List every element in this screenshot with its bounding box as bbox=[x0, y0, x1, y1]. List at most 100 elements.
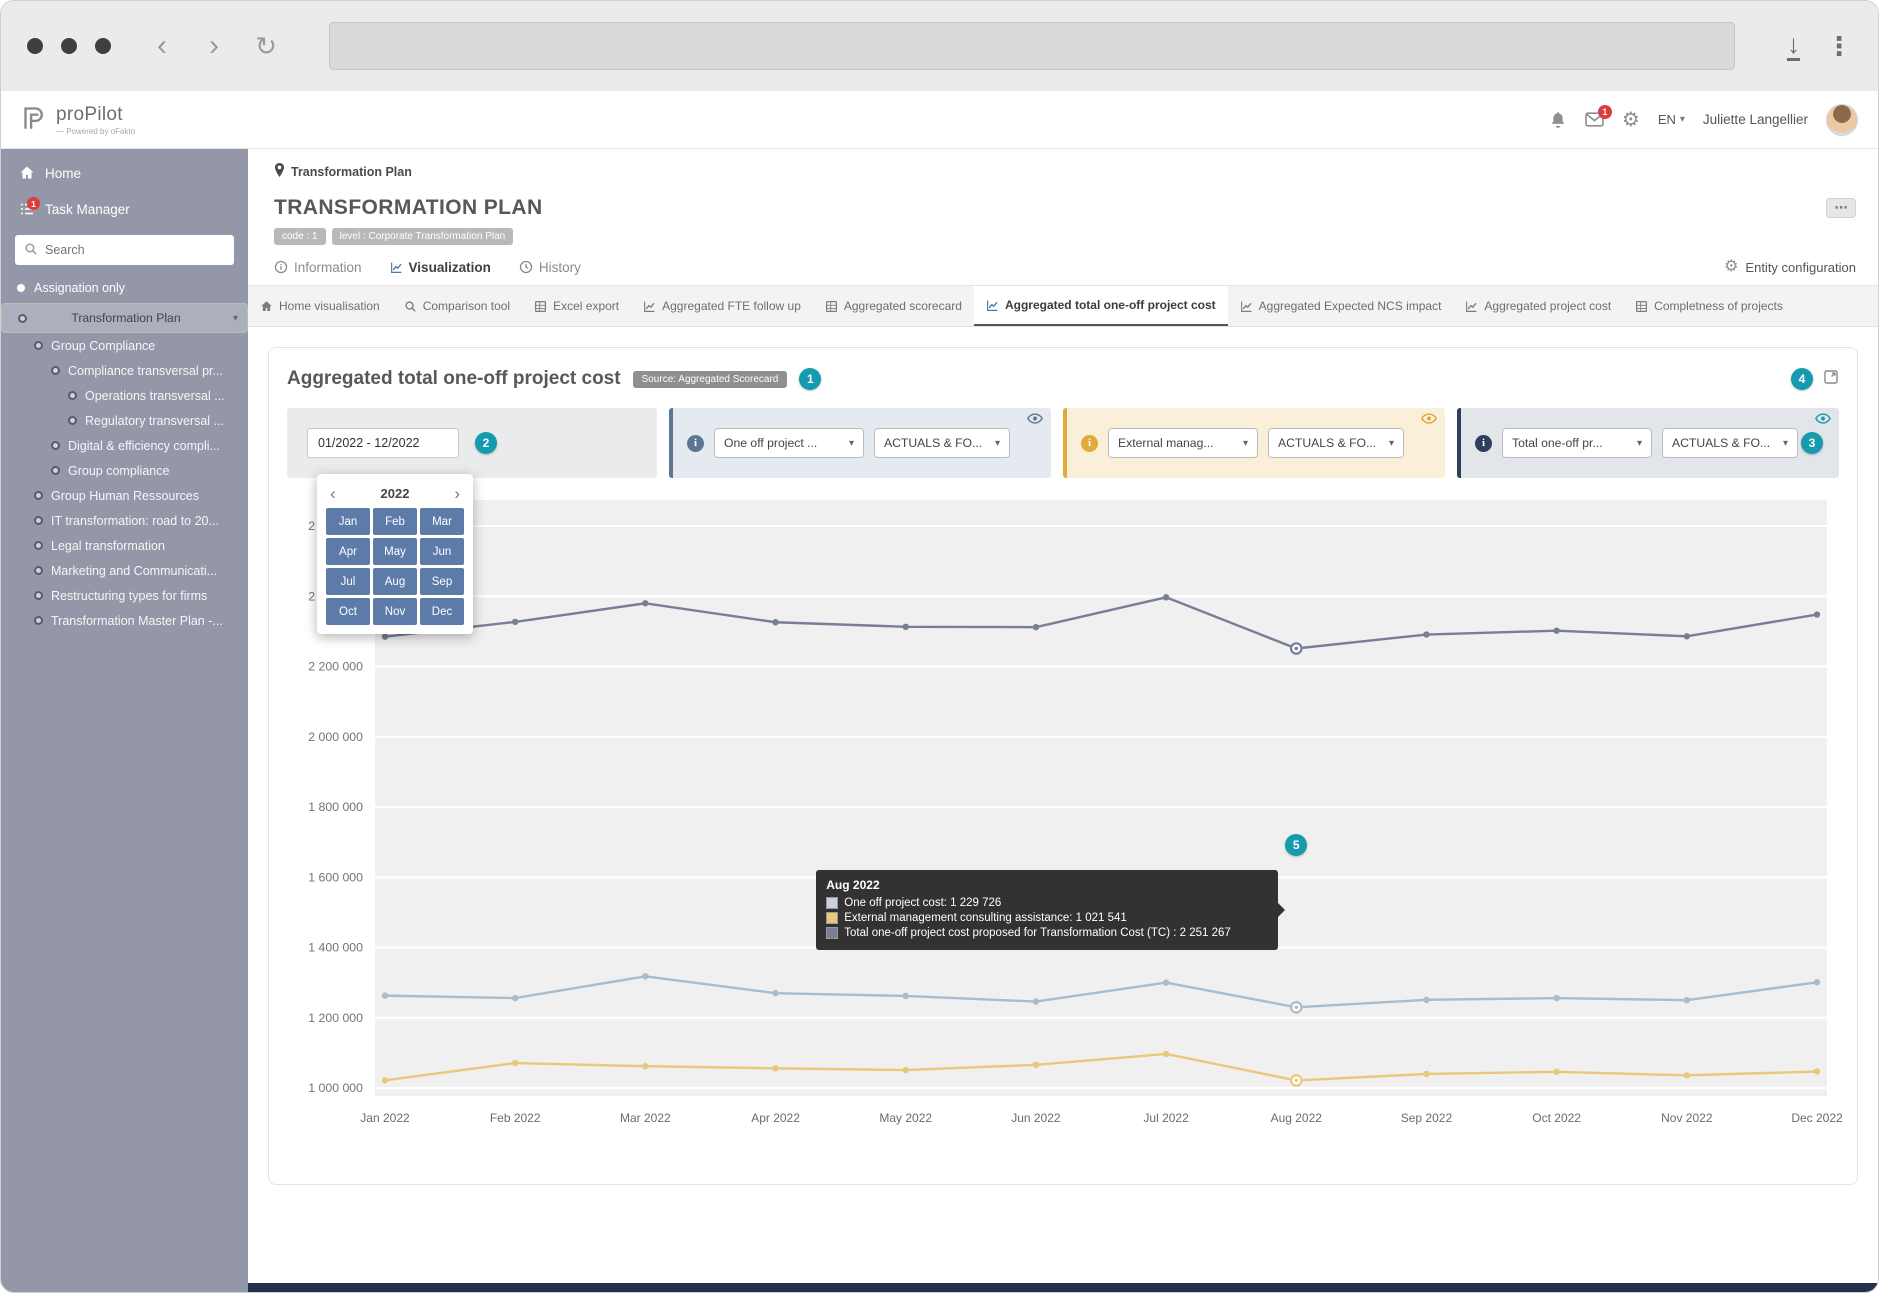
data-point[interactable] bbox=[1814, 611, 1820, 617]
subtab-comparison-tool[interactable]: Comparison tool bbox=[392, 286, 522, 326]
data-point[interactable] bbox=[1684, 997, 1690, 1003]
data-point[interactable] bbox=[512, 619, 518, 625]
data-point[interactable] bbox=[382, 633, 388, 639]
data-point[interactable] bbox=[1163, 979, 1169, 985]
sidebar-item-task-manager[interactable]: 1 Task Manager bbox=[1, 191, 248, 227]
refresh-icon[interactable]: ↻ bbox=[249, 33, 283, 59]
expand-icon[interactable] bbox=[1823, 369, 1839, 390]
data-point[interactable] bbox=[1163, 594, 1169, 600]
breadcrumb[interactable]: Transformation Plan bbox=[248, 149, 1878, 180]
url-bar[interactable] bbox=[329, 22, 1735, 70]
previous-year-icon[interactable]: ‹ bbox=[330, 485, 336, 502]
assignation-only-toggle[interactable]: Assignation only bbox=[1, 269, 248, 303]
tree-item-compliance-transversal-pr[interactable]: Compliance transversal pr... bbox=[1, 358, 248, 383]
tree-item-marketing-and-communicati[interactable]: Marketing and Communicati... bbox=[1, 558, 248, 583]
sidebar-item-home[interactable]: Home bbox=[1, 149, 248, 191]
month-apr[interactable]: Apr bbox=[326, 538, 370, 565]
subtab-excel-export[interactable]: Excel export bbox=[522, 286, 631, 326]
data-point[interactable] bbox=[382, 1077, 388, 1083]
window-button[interactable] bbox=[61, 38, 77, 54]
data-point[interactable] bbox=[1163, 1051, 1169, 1057]
tree-item-legal-transformation[interactable]: Legal transformation bbox=[1, 533, 248, 558]
data-point[interactable] bbox=[1423, 631, 1429, 637]
browser-menu-icon[interactable]: ⋮ bbox=[1826, 31, 1852, 62]
data-point[interactable] bbox=[1033, 1062, 1039, 1068]
settings-gear-icon[interactable]: ⚙ bbox=[1622, 110, 1640, 130]
data-point[interactable] bbox=[903, 993, 909, 999]
data-point[interactable] bbox=[1553, 1069, 1559, 1075]
messages-icon[interactable]: 1 bbox=[1585, 112, 1604, 127]
window-button[interactable] bbox=[95, 38, 111, 54]
data-point[interactable] bbox=[642, 1063, 648, 1069]
data-point[interactable] bbox=[772, 1065, 778, 1071]
data-point[interactable] bbox=[903, 624, 909, 630]
data-point[interactable] bbox=[772, 619, 778, 625]
data-point[interactable] bbox=[512, 995, 518, 1001]
entity-configuration-button[interactable]: ⚙ Entity configuration bbox=[1724, 259, 1856, 275]
tree-item-transformation-master-plan[interactable]: Transformation Master Plan -... bbox=[1, 608, 248, 633]
tree-item-it-transformation-road-to-20[interactable]: IT transformation: road to 20... bbox=[1, 508, 248, 533]
data-point[interactable] bbox=[1814, 979, 1820, 985]
tree-item-regulatory-transversal[interactable]: Regulatory transversal ... bbox=[1, 408, 248, 433]
tab-visualization[interactable]: Visualization bbox=[390, 260, 491, 275]
month-mar[interactable]: Mar bbox=[420, 508, 464, 535]
month-may[interactable]: May bbox=[373, 538, 417, 565]
series-select[interactable]: Total one-off pr... bbox=[1502, 428, 1652, 458]
tab-information[interactable]: Information bbox=[274, 260, 362, 275]
data-point[interactable] bbox=[1423, 997, 1429, 1003]
data-point[interactable] bbox=[1553, 995, 1559, 1001]
data-point[interactable] bbox=[642, 600, 648, 606]
subtab-aggregated-total-one-off-project-cost[interactable]: Aggregated total one-off project cost bbox=[974, 286, 1228, 326]
subtab-aggregated-fte-follow-up[interactable]: Aggregated FTE follow up bbox=[631, 286, 813, 326]
data-point[interactable] bbox=[512, 1060, 518, 1066]
data-point[interactable] bbox=[642, 973, 648, 979]
scenario-select[interactable]: ACTUALS & FO... bbox=[874, 428, 1010, 458]
tree-item-digital-efficiency-compli[interactable]: Digital & efficiency compli... bbox=[1, 433, 248, 458]
subtab-aggregated-scorecard[interactable]: Aggregated scorecard bbox=[813, 286, 974, 326]
subtab-completness-of-projects[interactable]: Completness of projects bbox=[1623, 286, 1795, 326]
search-input[interactable] bbox=[15, 235, 234, 265]
tab-history[interactable]: History bbox=[519, 260, 581, 275]
window-button[interactable] bbox=[27, 38, 43, 54]
tree-item-group-human-ressources[interactable]: Group Human Ressources bbox=[1, 483, 248, 508]
data-point[interactable] bbox=[1033, 998, 1039, 1004]
data-point[interactable] bbox=[1684, 1072, 1690, 1078]
download-icon[interactable]: ↓ bbox=[1787, 31, 1800, 61]
data-point[interactable] bbox=[1423, 1071, 1429, 1077]
data-point[interactable] bbox=[1033, 624, 1039, 630]
data-point[interactable] bbox=[772, 990, 778, 996]
scenario-select[interactable]: ACTUALS & FO... bbox=[1662, 428, 1798, 458]
month-jun[interactable]: Jun bbox=[420, 538, 464, 565]
scenario-select[interactable]: ACTUALS & FO... bbox=[1268, 428, 1404, 458]
tree-item-operations-transversal[interactable]: Operations transversal ... bbox=[1, 383, 248, 408]
subtab-home-visualisation[interactable]: Home visualisation bbox=[248, 286, 392, 326]
language-selector[interactable]: EN ▾ bbox=[1658, 112, 1685, 127]
month-feb[interactable]: Feb bbox=[373, 508, 417, 535]
month-dec[interactable]: Dec bbox=[420, 598, 464, 625]
subtab-aggregated-project-cost[interactable]: Aggregated project cost bbox=[1453, 286, 1623, 326]
tree-item-group-compliance[interactable]: Group Compliance bbox=[1, 333, 248, 358]
month-jan[interactable]: Jan bbox=[326, 508, 370, 535]
data-point[interactable] bbox=[382, 992, 388, 998]
next-year-icon[interactable]: › bbox=[454, 485, 460, 502]
series-select[interactable]: One off project ... bbox=[714, 428, 864, 458]
date-range-input[interactable] bbox=[307, 428, 459, 458]
data-point[interactable] bbox=[903, 1067, 909, 1073]
month-sep[interactable]: Sep bbox=[420, 568, 464, 595]
month-jul[interactable]: Jul bbox=[326, 568, 370, 595]
subtab-aggregated-expected-ncs-impact[interactable]: Aggregated Expected NCS impact bbox=[1228, 286, 1454, 326]
forward-icon[interactable]: › bbox=[197, 31, 231, 61]
eye-icon[interactable] bbox=[1815, 413, 1831, 424]
data-point[interactable] bbox=[1684, 633, 1690, 639]
avatar[interactable] bbox=[1826, 104, 1858, 136]
month-nov[interactable]: Nov bbox=[373, 598, 417, 625]
tree-item-transformation-plan[interactable]: Transformation Plan bbox=[1, 303, 248, 333]
eye-icon[interactable] bbox=[1027, 413, 1043, 424]
data-point[interactable] bbox=[1553, 627, 1559, 633]
back-icon[interactable]: ‹ bbox=[145, 31, 179, 61]
overflow-menu-button[interactable]: ⋯ bbox=[1826, 198, 1856, 218]
series-select[interactable]: External manag... bbox=[1108, 428, 1258, 458]
brand-logo[interactable]: proPilot — Powered by oFakto bbox=[21, 104, 135, 136]
month-oct[interactable]: Oct bbox=[326, 598, 370, 625]
cost-line-chart[interactable]: 1 000 0001 200 0001 400 0001 600 0001 80… bbox=[287, 490, 1843, 1170]
